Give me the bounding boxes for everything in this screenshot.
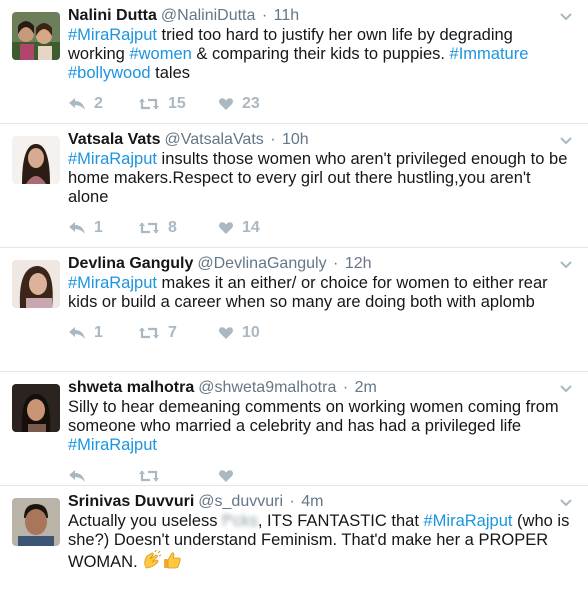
timestamp[interactable]: 12h (345, 255, 372, 272)
retweet-count: 15 (168, 95, 186, 112)
reply-icon (69, 327, 85, 339)
retweet-button[interactable]: 8 (138, 219, 218, 237)
hashtag-link[interactable]: #bollywood (68, 64, 151, 82)
tweet[interactable]: Nalini Dutta @NaliniDutta · 11h #MiraRajp… (0, 0, 588, 124)
tweet-text: #MiraRajput insults those women who aren… (68, 150, 574, 207)
retweet-count: 8 (168, 219, 177, 236)
tweet[interactable]: Vatsala Vats @VatsalaVats · 10h #MiraRajp… (0, 124, 588, 248)
user-handle[interactable]: @NaliniDutta (161, 7, 256, 24)
thumbs-up-emoji (164, 552, 181, 569)
reply-count: 1 (94, 324, 103, 341)
reply-icon (69, 222, 85, 234)
hashtag-link[interactable]: #Immature (450, 45, 529, 63)
tweet-text: #MiraRajput makes it an either/ or choic… (68, 274, 574, 312)
user-handle[interactable]: @VatsalaVats (165, 131, 264, 148)
tweet-actions: 1 7 10 (68, 316, 574, 350)
text-segment: , ITS FANTASTIC that (257, 512, 424, 530)
retweet-icon (139, 327, 159, 339)
reply-button[interactable]: 1 (68, 324, 138, 342)
text-segment: & comparing their kids to puppies. (191, 45, 450, 63)
heart-icon (219, 98, 233, 110)
retweet-icon (139, 98, 159, 110)
timestamp[interactable]: 4m (301, 493, 323, 510)
like-count: 14 (242, 219, 260, 236)
retweet-count: 7 (168, 324, 177, 341)
reply-icon (69, 470, 85, 482)
clapping-hands-emoji (144, 550, 162, 569)
tweet-feed: Nalini Dutta @NaliniDutta · 11h #MiraRajp… (0, 0, 588, 590)
tweet-text: Actually you useless f*cks, ITS FANTASTI… (68, 512, 574, 572)
like-count: 10 (242, 324, 260, 341)
tweet[interactable]: Srinivas Duvvuri @s_duvvuri · 4m Actually… (0, 486, 588, 590)
display-name[interactable]: Srinivas Duvvuri (68, 493, 194, 510)
text-segment: Actually you useless (68, 512, 223, 530)
timestamp[interactable]: 2m (355, 379, 377, 396)
reply-button[interactable]: 2 (68, 95, 138, 113)
like-count: 23 (242, 95, 260, 112)
tweet-actions: 1 8 14 (68, 211, 574, 245)
like-button[interactable]: 23 (218, 95, 298, 113)
reply-button[interactable]: 1 (68, 219, 138, 237)
heart-icon (219, 470, 233, 482)
chevron-down-icon[interactable] (558, 494, 574, 510)
censored-word: f*cks (222, 512, 258, 530)
retweet-button[interactable]: 15 (138, 95, 218, 113)
avatar[interactable] (12, 384, 60, 432)
user-handle[interactable]: @s_duvvuri (198, 493, 283, 510)
separator: · (270, 131, 276, 148)
like-button[interactable]: 14 (218, 219, 298, 237)
text-segment: Silly to hear demeaning comments on work… (68, 398, 559, 435)
display-name[interactable]: Devlina Ganguly (68, 255, 193, 272)
separator: · (261, 7, 268, 24)
timestamp[interactable]: 10h (282, 131, 309, 148)
display-name[interactable]: Nalini Dutta (68, 7, 157, 24)
retweet-icon (139, 222, 159, 234)
chevron-down-icon[interactable] (558, 8, 574, 24)
chevron-down-icon[interactable] (558, 132, 574, 148)
retweet-button[interactable] (138, 469, 218, 483)
like-button[interactable] (218, 469, 298, 483)
hashtag-link[interactable]: #MiraRajput (68, 26, 157, 44)
reply-icon (69, 98, 85, 110)
retweet-button[interactable]: 7 (138, 324, 218, 342)
tweet[interactable]: Devlina Ganguly @DevlinaGanguly · 12h #Mi… (0, 248, 588, 372)
tweet-actions: 2 15 23 (68, 87, 574, 121)
avatar[interactable] (12, 498, 60, 546)
reply-count: 1 (94, 219, 103, 236)
hashtag-link[interactable]: #women (129, 45, 191, 63)
avatar[interactable] (12, 12, 60, 60)
like-button[interactable]: 10 (218, 324, 298, 342)
timestamp[interactable]: 11h (274, 7, 300, 24)
chevron-down-icon[interactable] (558, 256, 574, 272)
heart-icon (219, 327, 233, 339)
separator: · (342, 379, 349, 396)
separator: · (333, 255, 339, 272)
separator: · (289, 493, 295, 510)
reply-count: 2 (94, 95, 103, 112)
tweet-text: #MiraRajput tried too hard to justify he… (68, 26, 574, 83)
hashtag-link[interactable]: #MiraRajput (424, 512, 513, 530)
hashtag-link[interactable]: #MiraRajput (68, 274, 157, 292)
display-name[interactable]: Vatsala Vats (68, 131, 161, 148)
avatar[interactable] (12, 136, 60, 184)
hashtag-link[interactable]: #MiraRajput (68, 150, 157, 168)
reply-button[interactable] (68, 469, 138, 483)
chevron-down-icon[interactable] (558, 380, 574, 396)
avatar[interactable] (12, 260, 60, 308)
retweet-icon (139, 470, 159, 482)
tweet-text: Silly to hear demeaning comments on work… (68, 398, 574, 455)
hashtag-link[interactable]: #MiraRajput (68, 436, 157, 454)
heart-icon (219, 222, 233, 234)
display-name[interactable]: shweta malhotra (68, 379, 194, 396)
user-handle[interactable]: @DevlinaGanguly (197, 255, 326, 272)
tweet[interactable]: shweta malhotra @shweta9malhotra · 2m Sil… (0, 372, 588, 486)
text-segment: tales (150, 64, 190, 82)
user-handle[interactable]: @shweta9malhotra (198, 379, 336, 396)
